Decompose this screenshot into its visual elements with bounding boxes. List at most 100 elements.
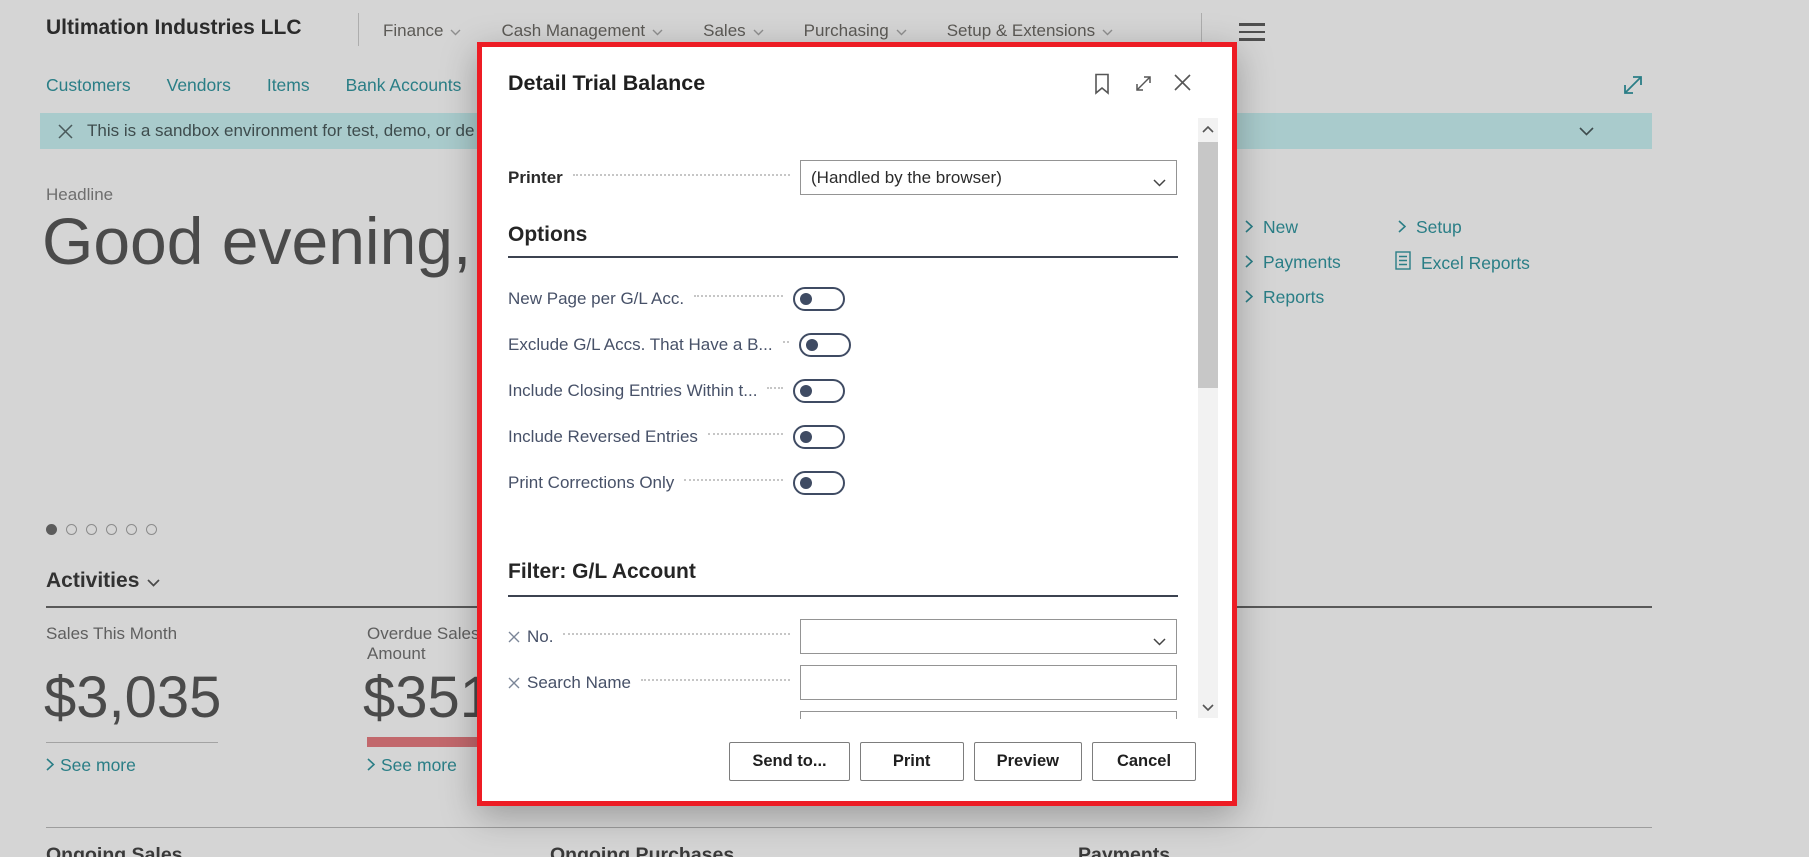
chevron-right-icon (1245, 287, 1254, 308)
action-link-payments[interactable]: Payments (1245, 252, 1341, 273)
close-icon[interactable] (58, 123, 73, 139)
expand-icon[interactable] (1133, 73, 1154, 94)
dialog-scrollbar[interactable] (1198, 118, 1218, 718)
chevron-right-icon (1398, 217, 1407, 238)
tile-divider (46, 742, 218, 743)
banner-text: This is a sandbox environment for test, … (87, 121, 475, 140)
print-button[interactable]: Print (859, 742, 964, 781)
options-heading: Options (508, 223, 588, 246)
dotted-leader (767, 387, 783, 389)
toggle-closing-entries[interactable] (793, 379, 845, 403)
detail-trial-balance-dialog: Detail Trial Balance Printer Options New… (477, 42, 1237, 806)
carousel-dot[interactable] (146, 524, 157, 535)
section-payments: Payments (1078, 844, 1171, 857)
printer-label: Printer (508, 167, 563, 187)
filter-divider (508, 595, 1178, 597)
app-page: Ultimation Industries LLC Finance Cash M… (0, 0, 1809, 857)
action-link-reports[interactable]: Setup Reports (1245, 287, 1324, 308)
toggle-reversed-entries[interactable] (793, 425, 845, 449)
chevron-right-icon (1245, 252, 1254, 273)
toggle-row-reversed-entries: Include Reversed Entries (508, 425, 845, 449)
nav-bank-accounts[interactable]: Bank Accounts (346, 75, 462, 96)
tile-value-sales-month[interactable]: $3,035 (44, 664, 221, 731)
scroll-down-icon[interactable] (1198, 696, 1218, 718)
dotted-leader (782, 341, 789, 343)
scroll-up-icon[interactable] (1198, 118, 1218, 140)
section-ongoing-purchases: Ongoing Purchases (550, 844, 735, 857)
printer-select[interactable] (800, 160, 1177, 195)
carousel-dot[interactable] (106, 524, 117, 535)
dotted-leader (707, 433, 783, 435)
chevron-down-icon (753, 21, 764, 41)
action-link-excel-reports[interactable]: Excel Reports (1395, 251, 1530, 275)
cancel-button[interactable]: Cancel (1092, 742, 1196, 781)
carousel-dot[interactable] (46, 524, 57, 535)
activities-heading[interactable]: Activities (46, 569, 160, 593)
carousel-dot[interactable] (66, 524, 77, 535)
main-menu: Finance Cash Management Sales Purchasing… (383, 21, 1113, 41)
dialog-footer: Send to... Print Preview Cancel (482, 742, 1232, 781)
nav-items[interactable]: Items (267, 75, 310, 96)
nav-vendors[interactable]: Vendors (167, 75, 231, 96)
printer-select-input[interactable] (801, 161, 1176, 194)
nav-customers[interactable]: Customers (46, 75, 131, 96)
excel-report-icon (1395, 251, 1411, 275)
toggle-row-new-page: New Page per G/L Acc. (508, 287, 845, 311)
dotted-leader (684, 479, 783, 481)
filter-search-name-field[interactable] (800, 665, 1177, 700)
toggle-row-closing-entries: Include Closing Entries Within t... (508, 379, 845, 403)
chevron-down-icon (1102, 21, 1113, 41)
bookmark-icon[interactable] (1094, 73, 1110, 95)
dotted-leader (694, 295, 783, 297)
printer-row: Printer (508, 160, 1177, 195)
expand-icon[interactable] (1620, 72, 1646, 103)
toggle-row-corrections-only: Print Corrections Only (508, 471, 845, 495)
menu-sales[interactable]: Sales (703, 21, 764, 41)
options-divider (508, 256, 1178, 258)
menu-purchasing[interactable]: Purchasing (804, 21, 907, 41)
carousel-dot[interactable] (126, 524, 137, 535)
bottom-divider (46, 827, 1652, 828)
filter-remove-icon[interactable] (508, 631, 520, 643)
company-name[interactable]: Ultimation Industries LLC (46, 16, 302, 40)
tile-label-sales-month[interactable]: Sales This Month (46, 624, 177, 644)
toggle-new-page[interactable] (793, 287, 845, 311)
tile-value-overdue[interactable]: $351 (363, 664, 492, 731)
filter-remove-icon[interactable] (508, 677, 520, 689)
action-link-setup[interactable]: Setup (1398, 217, 1462, 238)
close-icon[interactable] (1173, 73, 1192, 92)
filter-search-name-input[interactable] (801, 666, 1176, 699)
chevron-right-icon (1245, 217, 1254, 238)
menu-setup-extensions[interactable]: Setup & Extensions (947, 21, 1113, 41)
preview-button[interactable]: Preview (973, 742, 1082, 781)
chevron-down-icon[interactable] (1579, 126, 1594, 136)
hamburger-icon[interactable] (1239, 23, 1265, 46)
toggle-corrections-only[interactable] (793, 471, 845, 495)
send-to-button[interactable]: Send to... (729, 742, 850, 781)
dialog-title: Detail Trial Balance (508, 71, 706, 95)
section-ongoing-sales: Ongoing Sales (46, 844, 183, 857)
see-more-sales[interactable]: See more (46, 755, 136, 776)
see-more-overdue[interactable]: See more (367, 755, 457, 776)
headline-label: Headline (46, 185, 114, 204)
chevron-down-icon (450, 21, 461, 41)
scrollbar-thumb[interactable] (1198, 142, 1218, 388)
carousel-dot[interactable] (86, 524, 97, 535)
dotted-leader (572, 173, 790, 176)
menu-cash-management[interactable]: Cash Management (501, 21, 663, 41)
filter-no-input[interactable] (801, 620, 1176, 653)
chevron-right-icon (46, 755, 55, 776)
nav-divider (358, 13, 359, 46)
filter-no-select[interactable] (800, 619, 1177, 654)
filter-heading: Filter: G/L Account (508, 560, 696, 583)
chevron-down-icon (147, 569, 160, 593)
filter-row-no: No. (508, 619, 1177, 654)
menu-finance[interactable]: Finance (383, 21, 461, 41)
toggle-row-exclude-accs: Exclude G/L Accs. That Have a B... (508, 333, 851, 357)
filter-field-partial[interactable] (800, 711, 1177, 719)
dotted-leader (640, 678, 790, 681)
action-link-new[interactable]: New (1245, 217, 1298, 238)
overdue-indicator-bar (367, 737, 479, 747)
toggle-exclude-accs[interactable] (798, 333, 851, 357)
chevron-down-icon (652, 21, 663, 41)
